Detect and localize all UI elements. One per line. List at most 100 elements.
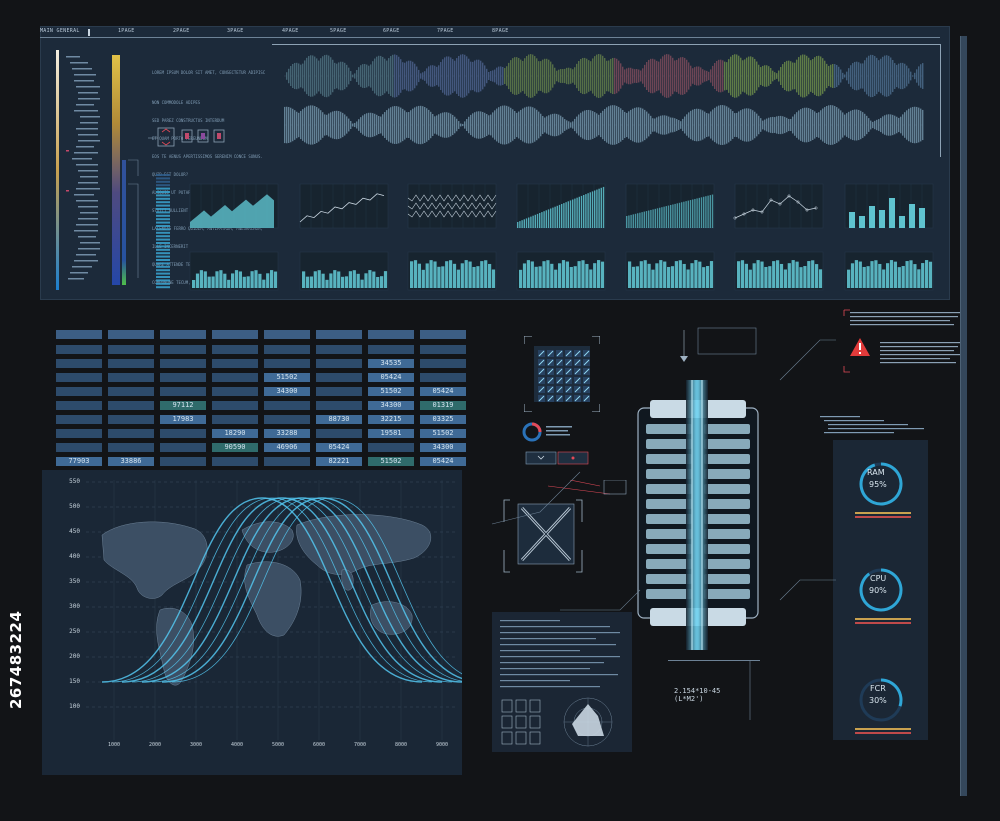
meter-segment [156, 191, 170, 193]
waveform-bar [290, 107, 292, 143]
waveform-bar [502, 66, 504, 86]
waveform-bar [832, 64, 834, 88]
waveform-bar [836, 107, 838, 143]
nav-item-6page[interactable]: 6PAGE [383, 28, 400, 34]
waveform-bar [712, 65, 714, 87]
waveform-bar [326, 114, 328, 136]
nav-item-5page[interactable]: 5PAGE [330, 28, 347, 34]
waveform-bar [654, 118, 656, 132]
eq-bar [452, 263, 457, 288]
waveform-bar [532, 54, 534, 98]
eq-bar [329, 273, 333, 288]
eq-bar [628, 261, 632, 288]
meter-segment [156, 276, 170, 278]
waveform-bar [548, 115, 550, 135]
table-cell [56, 429, 102, 438]
table-cell [108, 373, 154, 382]
waveform-bar [816, 112, 818, 138]
eq-bar [534, 266, 538, 288]
waveform-bar [616, 58, 618, 94]
table-value-cell: 34535 [368, 359, 414, 368]
nav-item-1page[interactable]: 1PAGE [118, 28, 135, 34]
mini-bar [536, 213, 539, 228]
waveform-bar [700, 67, 702, 85]
waveform-bar [918, 107, 920, 143]
waveform-bar [772, 70, 774, 82]
nav-item-main[interactable]: MAIN GENERAL [40, 28, 80, 34]
right-scrollbar[interactable] [960, 36, 967, 796]
waveform-bar [366, 113, 368, 137]
eq-bar [706, 266, 710, 288]
waveform-bar [724, 105, 726, 145]
waveform-bar [586, 58, 588, 94]
waveform-bar [300, 110, 302, 140]
toggle-icon[interactable] [157, 127, 175, 147]
waveform-bar [402, 62, 404, 90]
eq-bar [858, 261, 862, 288]
waveform-bar [402, 108, 404, 142]
waveform-bar [564, 68, 566, 84]
nav-item-8page[interactable]: 8PAGE [492, 28, 509, 34]
mini-bar [528, 217, 530, 228]
eq-bar [791, 260, 795, 288]
eq-bar [659, 260, 663, 288]
table-value-cell: 34300 [420, 443, 466, 452]
waveform-bar [874, 56, 876, 96]
mini-bar [634, 213, 637, 228]
waveform-bar [876, 119, 878, 131]
waveform-bar [658, 116, 660, 134]
waveform-bar [462, 123, 464, 127]
waveform-bar [338, 62, 340, 90]
waveform-bar [488, 71, 490, 81]
waveform-bar [288, 107, 290, 143]
eq-bar [542, 261, 546, 288]
waveform-bar [566, 67, 568, 85]
waveform-bar [602, 55, 604, 97]
table-cell [56, 359, 102, 368]
waveform-bar [752, 57, 754, 95]
nav-item-3page[interactable]: 3PAGE [227, 28, 244, 34]
table-header [420, 330, 466, 339]
mini-bar [552, 207, 554, 228]
waveform-bar [820, 56, 822, 96]
waveform-bar [878, 119, 880, 131]
waveform-bar [396, 55, 398, 97]
waveform-bar [552, 113, 554, 137]
eq-bar [262, 279, 266, 288]
waveform-bar [606, 60, 608, 92]
waveform-bar [598, 114, 600, 136]
waveform-bar [800, 55, 802, 97]
eq-bar [460, 263, 464, 288]
nav-item-4page[interactable]: 4PAGE [282, 28, 299, 34]
waveform-bar [612, 105, 614, 145]
table-cell [56, 415, 102, 424]
table-value-cell: 33288 [264, 429, 310, 438]
mini-bar [707, 195, 709, 228]
waveform-bar [794, 62, 796, 90]
nav-item-2page[interactable]: 2PAGE [173, 28, 190, 34]
waveform-bar [542, 116, 544, 134]
eq-bar [242, 276, 246, 288]
eq-bar [651, 269, 655, 288]
mini-bar [550, 208, 552, 228]
waveform-bar [544, 117, 546, 133]
waveform-bar [724, 61, 726, 91]
waveform-bar [918, 66, 920, 86]
waveform-bar [306, 57, 308, 95]
eq-bar [787, 263, 791, 288]
y-tick-label: 350 [69, 578, 80, 585]
waveform-bar [394, 106, 396, 144]
waveform-bar [818, 55, 820, 97]
waveform-bar [332, 59, 334, 93]
eq-bar [764, 266, 768, 288]
eq-bar [597, 260, 601, 288]
waveform-bar [510, 60, 512, 92]
waveform-bar [756, 61, 758, 91]
waveform-bar [446, 56, 448, 96]
nav-item-7page[interactable]: 7PAGE [437, 28, 454, 34]
waveform-bar [610, 105, 612, 145]
waveform-bar [318, 60, 320, 92]
eq-bar [526, 260, 530, 288]
meter-segment [156, 255, 170, 258]
waveform-bar [338, 111, 340, 139]
